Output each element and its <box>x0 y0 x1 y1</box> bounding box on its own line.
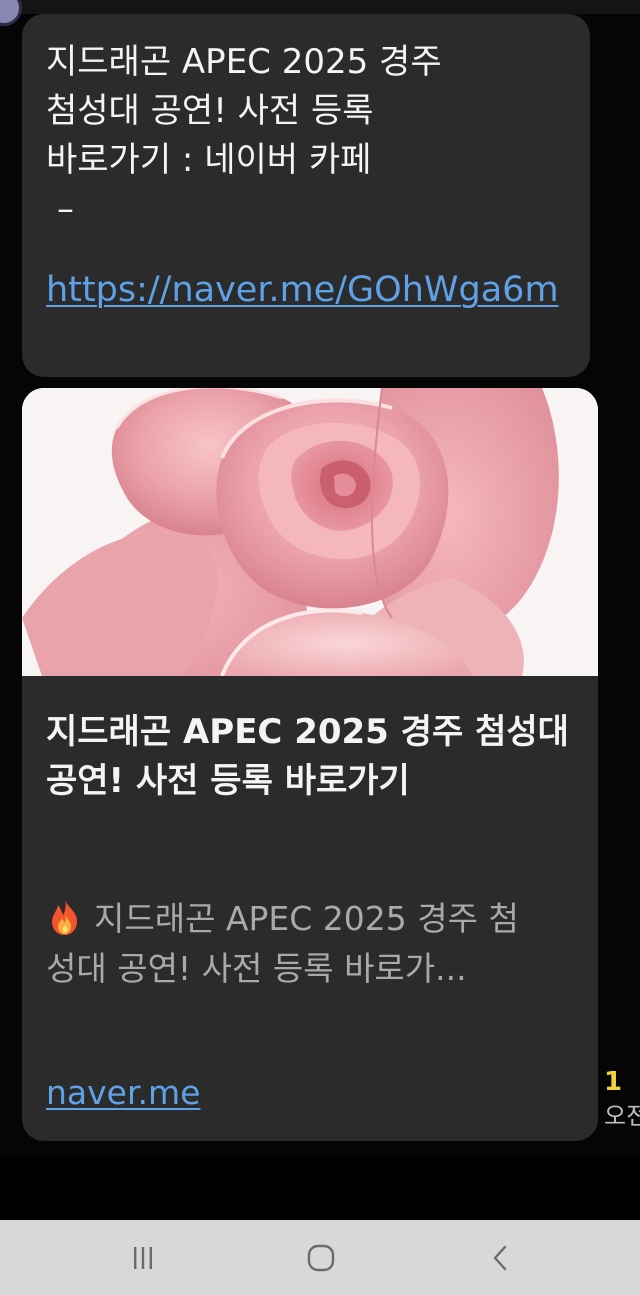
preview-description-text: 지드래곤 APEC 2025 경주 첨성대 공연! 사전 등록 바로가... <box>46 899 519 988</box>
chat-area: 지드래곤 APEC 2025 경주 첨성대 공연! 사전 등록 바로가기 : 네… <box>0 0 640 1155</box>
message-bubble[interactable]: 지드래곤 APEC 2025 경주 첨성대 공연! 사전 등록 바로가기 : 네… <box>22 14 590 377</box>
back-icon <box>493 1245 507 1270</box>
unread-count: 1 <box>604 1067 623 1097</box>
navigation-bar <box>0 1220 640 1295</box>
message-link[interactable]: https://naver.me/GOhWga6m <box>46 266 566 315</box>
preview-description: 지드래곤 APEC 2025 경주 첨성대 공연! 사전 등록 바로가... <box>46 894 546 994</box>
preview-domain-link[interactable]: naver.me <box>46 1073 200 1113</box>
fire-icon <box>46 898 84 936</box>
link-preview-card[interactable]: 지드래곤 APEC 2025 경주 첨성대 공연! 사전 등록 바로가기 지드래… <box>22 388 598 1141</box>
recent-apps-button[interactable] <box>98 1220 188 1295</box>
recent-apps-icon <box>134 1246 152 1269</box>
top-strip <box>0 0 640 14</box>
message-meta: 1 오전 <box>604 1066 640 1134</box>
home-icon <box>307 1244 335 1271</box>
preview-title: 지드래곤 APEC 2025 경주 첨성대 공연! 사전 등록 바로가기 <box>46 712 569 801</box>
back-button[interactable] <box>456 1220 546 1295</box>
preview-image[interactable] <box>22 388 598 676</box>
rose-image <box>22 388 598 676</box>
timestamp: 오전 <box>604 1102 640 1130</box>
bottom-gap <box>0 1155 640 1220</box>
home-button[interactable] <box>276 1220 366 1295</box>
message-text: 지드래곤 APEC 2025 경주 첨성대 공연! 사전 등록 바로가기 : 네… <box>46 42 442 229</box>
avatar[interactable] <box>0 0 22 26</box>
